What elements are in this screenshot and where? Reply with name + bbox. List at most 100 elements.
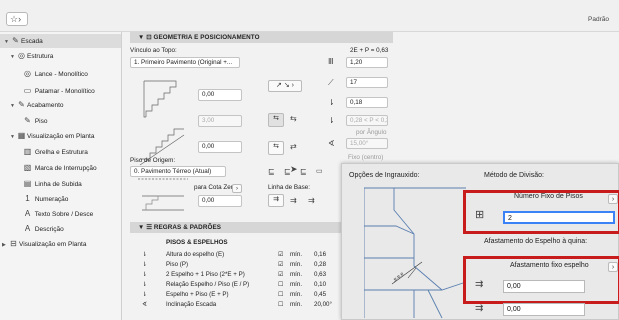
risers-input[interactable]: 17 [346, 77, 388, 88]
stair-mode-icon-4[interactable]: ⇄ [290, 142, 297, 152]
offset-mode-popup-button[interactable]: › [608, 262, 618, 272]
rule-kind: mín. [290, 271, 303, 278]
tree-item-descricao[interactable]: A Descrição [22, 222, 64, 236]
base-select[interactable]: 0. Pavimento Térreo (Atual) [130, 166, 226, 177]
disclosure-icon[interactable]: ▼ [138, 34, 144, 41]
baseline-icon-2[interactable]: ⇉ [290, 196, 297, 206]
preset-label[interactable]: Padrão [588, 16, 609, 23]
stair-mode-button-3[interactable]: ⇆ [268, 141, 284, 155]
rule-label: Relação Espelho / Piso (E / P) [166, 281, 250, 288]
tree-item-estrutura[interactable]: ▼ ◎ Estrutura [10, 49, 53, 63]
favorites-button[interactable]: ☆› [6, 12, 28, 26]
tread-input[interactable]: 0,28 < P < 0,30 [346, 115, 388, 126]
rule-kind: mín. [290, 251, 303, 258]
tree-item-linha-subida[interactable]: ▤ Linha de Subida [22, 177, 82, 191]
flight-icon-1[interactable]: ⊑ [268, 167, 275, 177]
rule-checkbox[interactable]: ☑ [278, 260, 284, 270]
flight-icon-2[interactable]: ⊑ [284, 167, 291, 177]
rule-icon: ⇂ [142, 261, 148, 268]
tree-item-numeracao[interactable]: 1 Numeração [22, 192, 68, 206]
rule-icon: ⇂ [142, 291, 148, 298]
rule-value[interactable]: 0,10 [314, 280, 326, 290]
tree-label: Piso [34, 118, 48, 125]
tree-label: Marca de Interrupção [34, 165, 97, 172]
escada-icon: ✎ [12, 36, 19, 45]
tree-item-visualizacao-planta[interactable]: ▼ ▦ Visualização em Planta [10, 129, 94, 143]
tree-label: Estrutura [27, 53, 54, 60]
tree-item-patamar[interactable]: ▭ Patamar - Monolítico [22, 84, 95, 98]
top-link-select[interactable]: 1. Primeiro Pavimento (Original +... [130, 57, 240, 68]
planta-icon: ⊟ [10, 239, 17, 248]
tree-item-escada[interactable]: ▼ ✎ Escada [0, 34, 121, 48]
flight-icon-3[interactable]: ⊑ [300, 167, 307, 177]
baseline-button-1[interactable]: ⇉ [268, 194, 284, 207]
rule-value[interactable]: 20,00° [314, 300, 332, 310]
zero-label: para Cota Zero [194, 184, 237, 191]
rule-icon: ⇂ [142, 281, 148, 288]
rule-kind: mín. [290, 291, 303, 298]
formula-label: 2E + P = 0,63 [350, 47, 389, 54]
stair-mode-icon-2[interactable]: ⇆ [290, 114, 297, 124]
tree-item-lance[interactable]: ◎ Lance - Monolítico [22, 67, 88, 81]
zero-input[interactable]: 0,00 [198, 195, 242, 207]
stair-mode-button-1[interactable]: ⇆ [268, 113, 284, 127]
rule-checkbox[interactable]: ☐ [278, 290, 284, 300]
rule-icon: ⇂ [142, 271, 148, 278]
offset-input-1[interactable]: 0,00 [198, 89, 242, 101]
rule-value[interactable]: 0,16 [314, 250, 326, 260]
rule-label: Inclinação Escada [166, 301, 217, 308]
rule-checkbox[interactable]: ☑ [278, 270, 284, 280]
offset-input-1[interactable]: 0,00 [503, 280, 585, 293]
offset-icon-1: ⇉ [475, 279, 484, 290]
top-bar: ☆› Padrão [0, 0, 619, 32]
flight-icon-4[interactable]: ▭ [316, 167, 323, 177]
stair-type-popup-button[interactable]: ↗ ↘ › [268, 80, 302, 92]
tree-label: Visualização em Planta [27, 133, 95, 140]
offset-input-2[interactable]: 3,00 [198, 115, 242, 127]
offset-input-3[interactable]: 0,00 [198, 141, 242, 153]
rule-label: Espelho + Piso (E + P) [166, 291, 229, 298]
by-angle-select[interactable]: por Ângulo [356, 129, 386, 136]
offset-mode-select[interactable]: Afastamento fixo espelho [510, 262, 589, 269]
top-link-label: Vínculo ao Topo: [130, 47, 177, 54]
rule-value[interactable]: 0,28 [314, 260, 326, 270]
riser-height-input[interactable]: 0,18 [346, 97, 388, 108]
tree-item-texto[interactable]: A Texto Sobre / Desce [22, 207, 93, 221]
fixed-center-select[interactable]: Fixo (centro) [348, 154, 383, 161]
rule-icon: ∢ [142, 301, 148, 308]
tree-item-marca[interactable]: ▧ Marca de Interrupção [22, 161, 97, 175]
tree-label: Descrição [34, 226, 64, 233]
zero-popup-button[interactable]: › [232, 184, 242, 193]
offset-input-2[interactable]: 0,00 [503, 303, 585, 316]
disclosure-icon[interactable]: ▼ [138, 224, 144, 231]
sidebar-tree: ▼ ✎ Escada ▼ ◎ Estrutura ◎ Lance - Monolític… [0, 32, 122, 320]
tree-item-grelha[interactable]: ▥ Grelha e Estrutura [22, 145, 88, 159]
method-popup-button[interactable]: › [608, 194, 618, 204]
method-label: Método de Divisão: [484, 172, 544, 179]
lance-icon: ◎ [24, 69, 31, 78]
method-select[interactable]: Número Fixo de Pisos [514, 193, 583, 200]
height-input[interactable]: 1,20 [346, 57, 388, 68]
rule-value[interactable]: 0,45 [314, 290, 326, 300]
rule-value[interactable]: 0,63 [314, 270, 326, 280]
texto-icon: A [24, 209, 31, 218]
risers-icon: ⟋ [328, 78, 334, 87]
rule-kind: mín. [290, 301, 303, 308]
tree-item-visualizacao-planta-2[interactable]: ▶ ⊟ Visualização em Planta [2, 237, 86, 251]
rule-checkbox[interactable]: ☐ [278, 280, 284, 290]
descricao-icon: A [24, 224, 31, 233]
baseline-label: Linha de Base: [268, 184, 311, 191]
rule-kind: mín. [290, 281, 303, 288]
rule-checkbox[interactable]: ☑ [278, 250, 284, 260]
tree-label: Acabamento [27, 102, 64, 109]
angle-input[interactable]: 15,00° [346, 138, 388, 149]
rule-kind: mín. [290, 261, 303, 268]
baseline-icon-3[interactable]: ⇉ [308, 196, 315, 206]
rule-checkbox[interactable]: ☐ [278, 300, 284, 310]
tree-item-acabamento[interactable]: ▼ ✎ Acabamento [10, 98, 64, 112]
geometry-section-header[interactable]: ▼ ⊡ GEOMETRIA E POSICIONAMENTO [130, 32, 393, 43]
tree-item-piso[interactable]: ✎ Piso [22, 114, 47, 128]
rules-subtitle: PISOS & ESPELHOS [166, 239, 228, 246]
winder-count-input[interactable]: 2 [503, 211, 615, 224]
tree-label: Numeração [34, 196, 69, 203]
